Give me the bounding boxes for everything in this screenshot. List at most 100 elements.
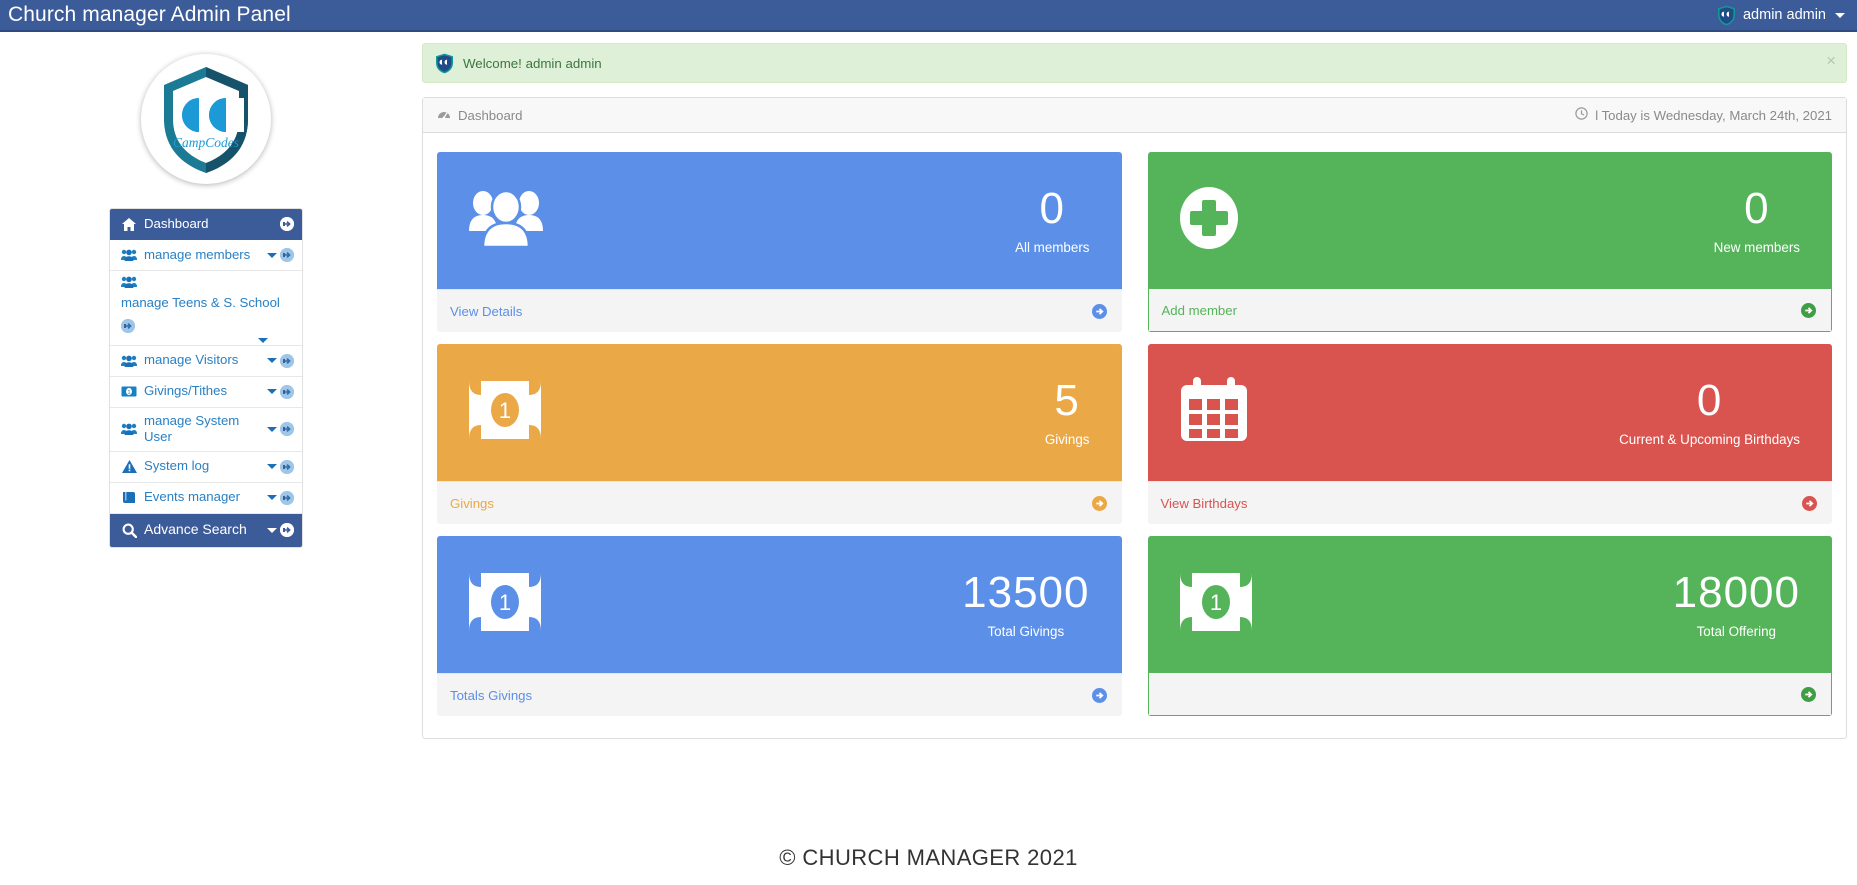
stat-card-label: Current & Upcoming Birthdays [1619,431,1800,447]
money-icon: 1 [121,386,137,397]
stat-card-grid: 0 All members View Details 0 New members… [437,152,1832,716]
sidebar-item-caret-wrap [121,337,294,343]
sidebar-item-events-manager[interactable]: Events manager [110,483,302,514]
chevron-down-icon[interactable] [267,495,277,500]
users-icon [121,355,137,367]
close-icon[interactable]: × [1826,52,1836,69]
sidebar-item-manage-teens-s-school[interactable]: manage Teens & S. School [110,271,302,346]
main-content: Welcome! admin admin × Dashboard l Today… [412,34,1857,885]
page-title: Dashboard [458,107,523,123]
arrow-right-circle-icon[interactable] [1091,495,1107,511]
stat-card-footer[interactable] [1147,673,1832,716]
stat-card-footer[interactable]: View Birthdays [1147,481,1832,524]
arrow-right-circle-icon[interactable] [280,384,294,399]
money-bill-icon: 1 [467,571,543,638]
arrow-right-circle-icon[interactable] [1091,303,1107,319]
sidebar-item-label: Events manager [144,489,241,505]
sidebar-item-dashboard[interactable]: Dashboard [110,209,302,240]
dashboard-panel: Dashboard l Today is Wednesday, March 24… [422,97,1847,739]
sidebar-item-actions [267,523,294,537]
top-navbar: Church manager Admin Panel admin admin [0,0,1857,32]
user-menu[interactable]: admin admin [1717,5,1857,26]
sidebar-menu: Dashboard manage members manage Teens & … [109,208,303,548]
search-icon [121,523,137,538]
arrow-right-circle-icon[interactable] [280,422,294,436]
stat-card-values: 5 Givings [1045,375,1096,447]
arrow-right-circle-icon[interactable] [1091,687,1107,703]
panel-header: Dashboard l Today is Wednesday, March 24… [423,98,1846,133]
arrow-right-circle-icon[interactable] [1801,302,1816,318]
stat-card-givings: 1 5 Givings Givings [437,344,1122,524]
stat-card-value: 5 [1054,375,1080,425]
stat-card-value: 13500 [962,567,1090,617]
stat-card-value: 0 [1696,375,1723,425]
stat-card-footer[interactable]: View Details [437,289,1122,332]
stat-card-total-offering: 1 18000 Total Offering [1147,536,1832,716]
arrow-right-circle-icon[interactable] [280,523,294,537]
stat-card-footer-label: Totals Givings [450,687,533,703]
arrow-right-circle-icon[interactable] [280,459,294,474]
stat-card-values: 0 All members [1015,183,1095,255]
arrow-right-circle-icon[interactable] [1802,495,1817,511]
arrow-right-circle-icon[interactable] [280,248,294,262]
users-icon [121,276,137,288]
stat-card-total-givings: 1 13500 Total Givings Totals Givings [437,536,1122,716]
stat-card-values: 0 Current & Upcoming Birthdays [1619,375,1806,447]
chevron-down-icon [1835,12,1845,18]
chevron-down-icon[interactable] [267,464,277,469]
sidebar-item-label: manage System User [144,412,240,445]
arrow-right-circle-icon[interactable] [121,318,135,333]
money-bill-icon: 1 [1178,571,1254,638]
sidebar-item-actions [267,384,294,399]
stat-card-values: 0 New members [1714,186,1806,255]
stat-card-footer[interactable]: Givings [437,481,1122,524]
stat-card-footer[interactable]: Totals Givings [437,673,1122,716]
sidebar-item-label: Advance Search [144,521,247,538]
today-date: l Today is Wednesday, March 24th, 2021 [1575,107,1832,123]
sidebar-item-manage-visitors[interactable]: manage Visitors [110,346,302,377]
svg-text:1: 1 [499,590,511,615]
stat-card-value: 0 [1039,183,1066,233]
campcodes-logo: CampCodes [141,54,271,184]
arrow-right-circle-icon[interactable] [280,217,294,231]
sidebar-item-actions [267,248,294,262]
stat-card-values: 18000 Total Offering [1672,567,1806,639]
stat-card-footer[interactable]: Add member [1147,289,1832,332]
campcodes-shield-icon: CampCodes [164,67,248,173]
sidebar-item-label: manage members [144,246,251,262]
sidebar-item-advance-search[interactable]: Advance Search [110,513,302,547]
arrow-right-circle-icon[interactable] [1801,686,1816,702]
stat-card-value: 18000 [1672,567,1800,617]
sidebar-item-label: manage Visitors [144,352,239,368]
chevron-down-icon[interactable] [258,337,268,343]
sidebar-item-manage-system-user[interactable]: manage System User [110,408,302,452]
group-users-icon [467,187,545,254]
sidebar-item-actions [121,318,135,333]
app-title: Church manager Admin Panel [8,3,291,26]
sidebar-item-actions [267,422,294,436]
sidebar-item-manage-members[interactable]: manage members [110,240,302,271]
svg-text:1: 1 [128,390,131,396]
sidebar-item-label: Givings/Tithes [144,383,228,399]
svg-text:1: 1 [1209,590,1221,615]
arrow-right-circle-icon[interactable] [280,353,294,368]
sidebar-item-givings-tithes[interactable]: 1 Givings/Tithes [110,377,302,408]
stat-card-label: Total Givings [987,623,1065,639]
users-icon [121,423,137,435]
chevron-down-icon[interactable] [267,527,277,533]
chevron-down-icon[interactable] [267,389,277,394]
arrow-right-circle-icon[interactable] [280,490,294,505]
chevron-down-icon[interactable] [267,426,277,432]
stat-card-footer-label: Add member [1161,302,1238,318]
book-icon [121,491,137,504]
sidebar: CampCodes Dashboard manage members manag… [0,34,412,885]
shield-logo-icon [1717,5,1736,26]
page-footer: © CHURCH MANAGER 2021 [0,845,1857,871]
sidebar-item-system-log[interactable]: System log [110,452,302,483]
stat-card-top: 0 New members [1147,152,1832,289]
stat-card-all-members: 0 All members View Details [437,152,1122,332]
chevron-down-icon[interactable] [267,252,277,258]
dashboard-icon [437,108,451,123]
home-icon [121,217,137,231]
chevron-down-icon[interactable] [267,358,277,363]
